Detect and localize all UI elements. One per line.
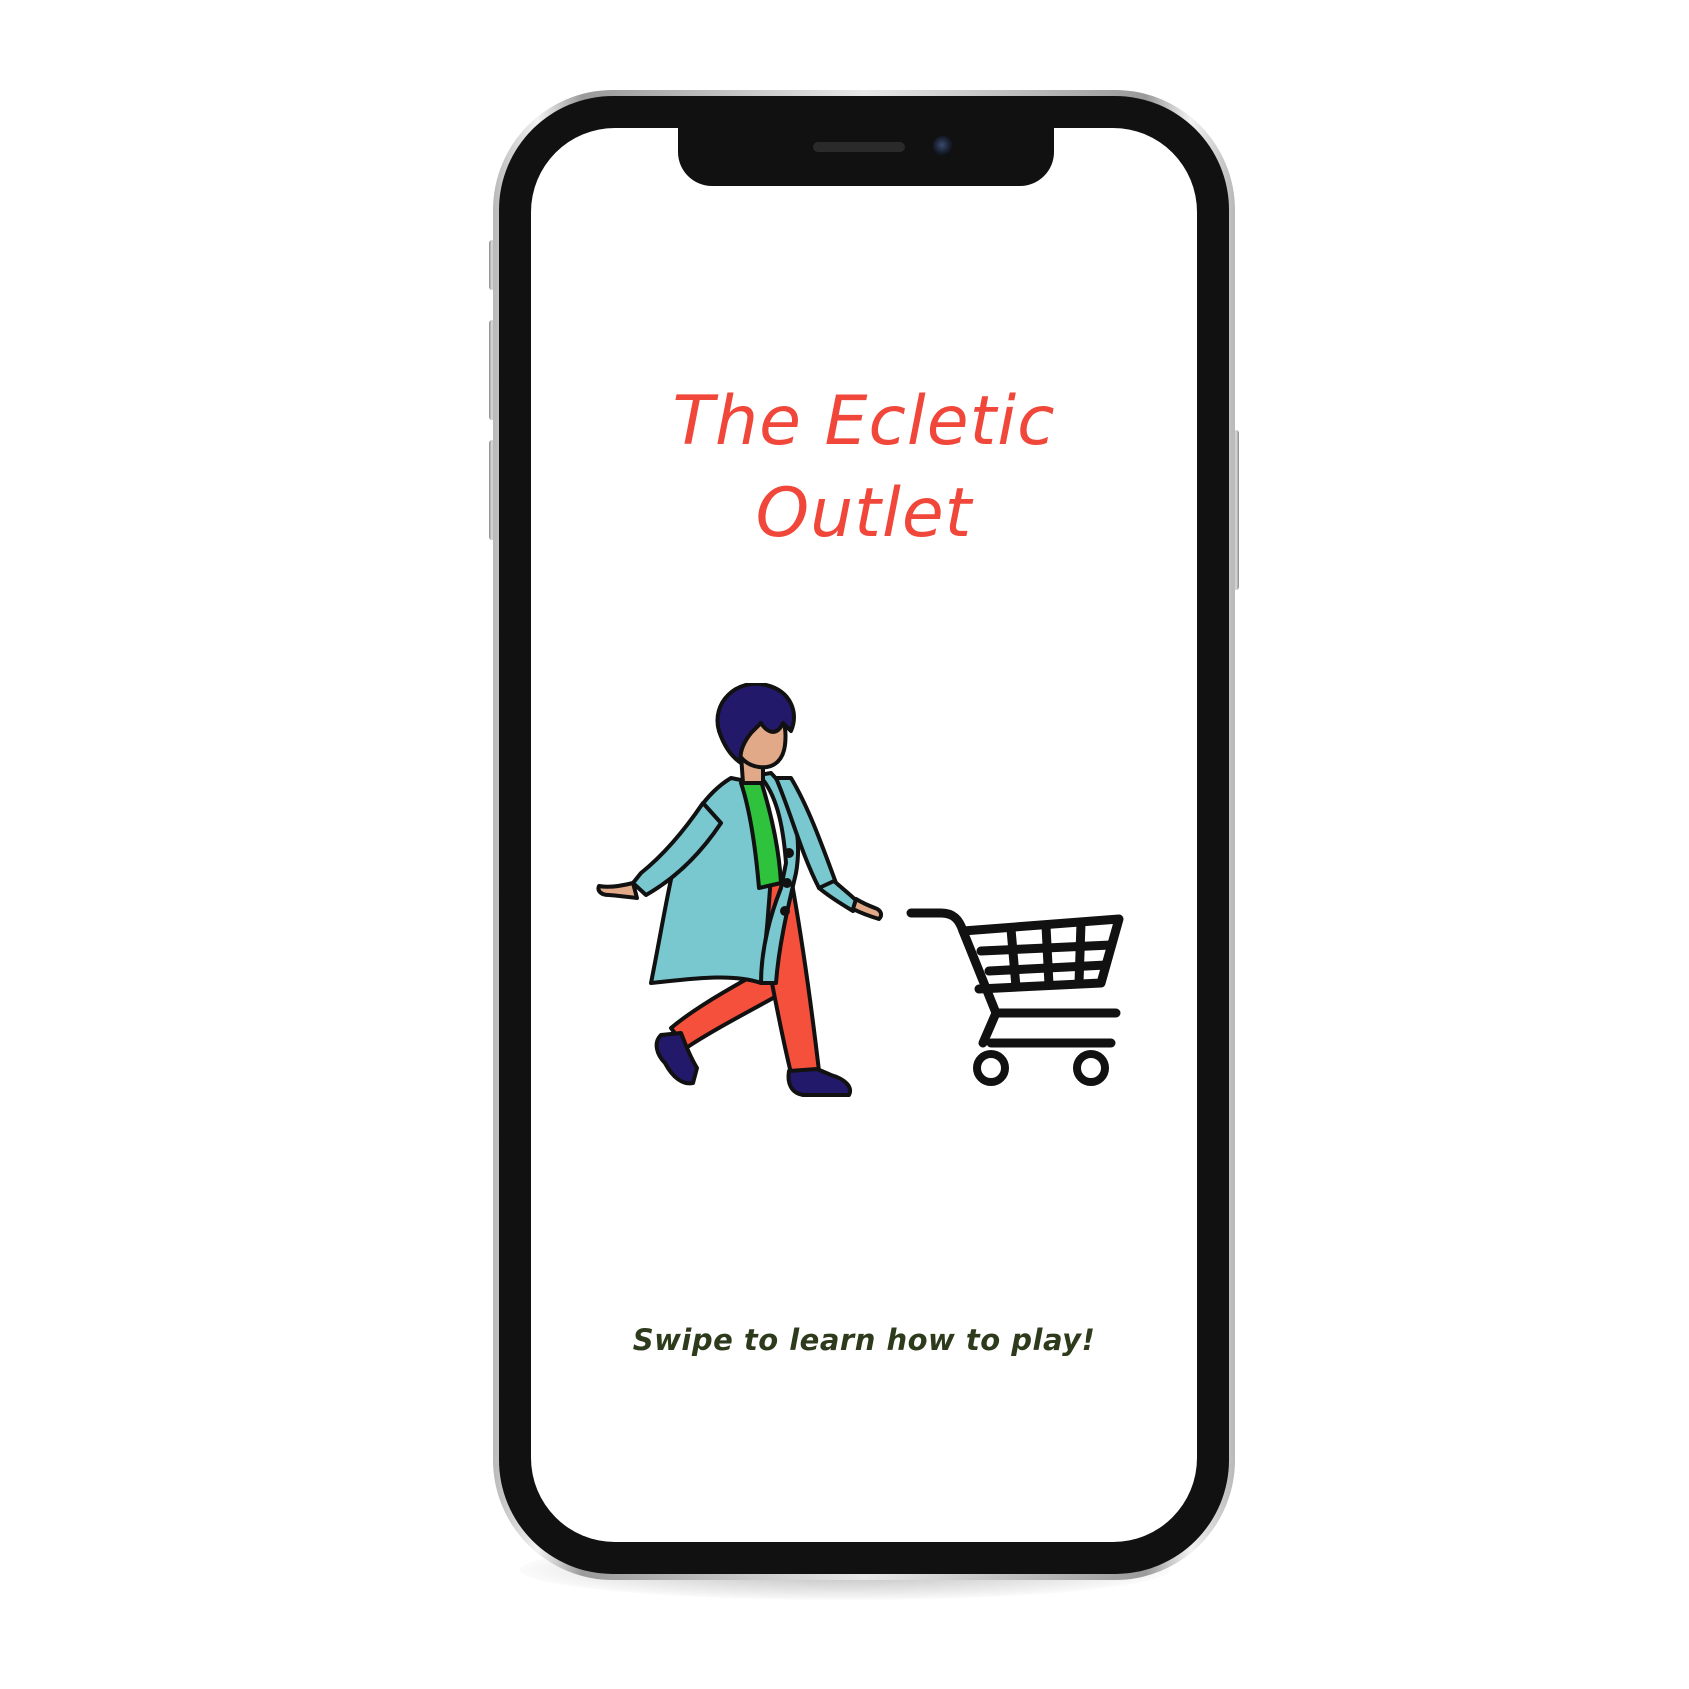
page: The Ecletic Outlet Swipe to learn how to… [0, 0, 1689, 1689]
notch [678, 128, 1054, 186]
speaker-grille [813, 142, 905, 152]
shopper-figure [596, 683, 884, 1097]
app-title-line2: Outlet [755, 474, 973, 553]
phone-bezel: The Ecletic Outlet Swipe to learn how to… [499, 96, 1229, 1574]
cart-wheels [973, 1050, 1109, 1086]
app-title-line1: The Ecletic [672, 382, 1056, 461]
shopping-cart-icon [906, 908, 1124, 1048]
shopper-illustration [596, 683, 1124, 1097]
phone-screen[interactable]: The Ecletic Outlet Swipe to learn how to… [531, 128, 1197, 1542]
phone-frame: The Ecletic Outlet Swipe to learn how to… [493, 90, 1235, 1580]
swipe-hint-text: Swipe to learn how to play! [632, 1323, 1096, 1357]
front-camera-icon [933, 136, 953, 156]
